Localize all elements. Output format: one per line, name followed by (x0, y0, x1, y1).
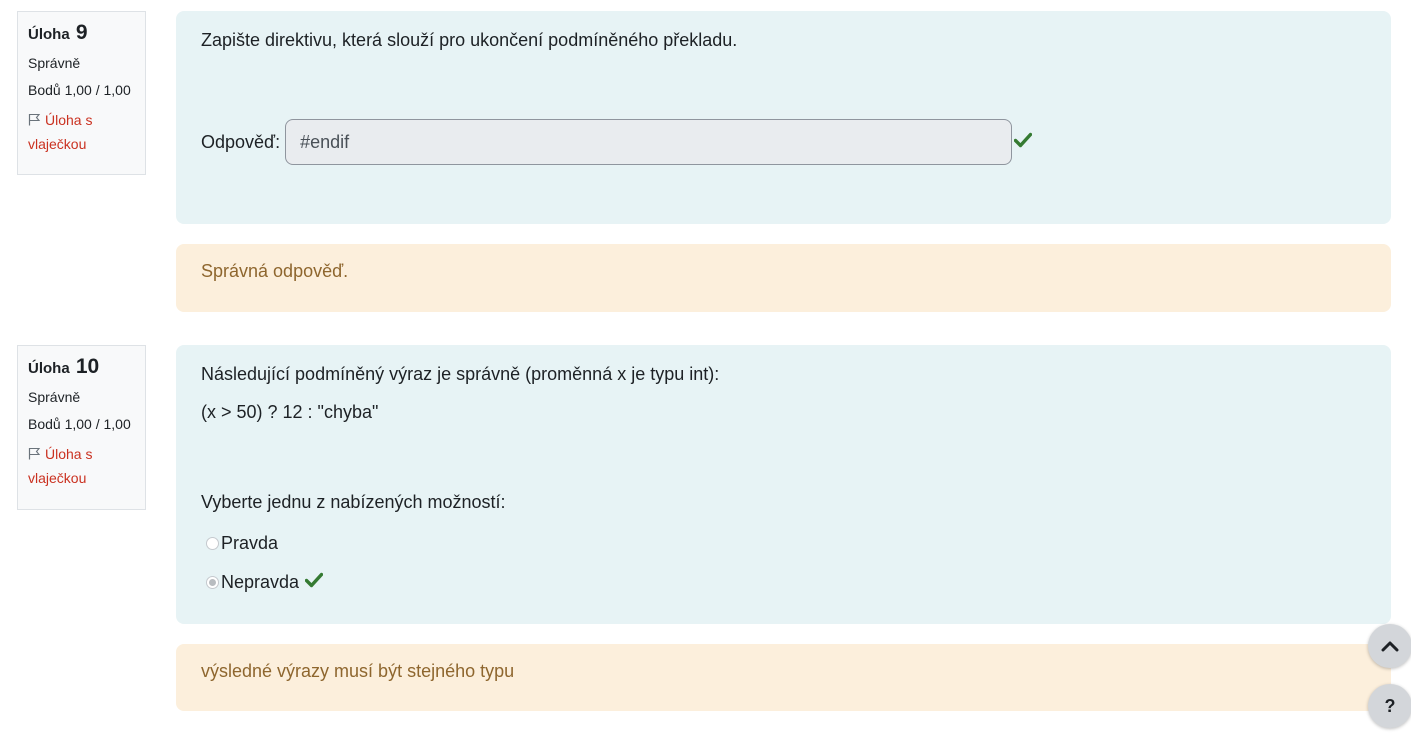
correct-check-icon (304, 570, 324, 594)
question-prefix: Úloha (28, 26, 70, 43)
question-state: Správně (28, 389, 81, 405)
option-pravda[interactable]: Pravda (201, 531, 1366, 555)
chevron-up-icon (1381, 636, 1399, 657)
question-text: Zapište direktivu, která slouží pro ukon… (201, 30, 738, 50)
flag-icon (28, 444, 41, 467)
flag-question-link[interactable]: Úloha s vlaječkou (28, 109, 135, 156)
question-feedback-9: Správná odpověď. (176, 244, 1391, 312)
option-label: Pravda (221, 533, 279, 553)
question-info-10: Úloha 10 Správně Bodů 1,00 / 1,00 Úloha … (17, 345, 146, 510)
question-number: 10 (75, 355, 100, 378)
question-state: Správně (28, 55, 81, 71)
answer-input[interactable] (285, 119, 1013, 165)
question-feedback-10: výsledné výrazy musí být stejného typu (176, 644, 1391, 711)
question-number-line: Úloha 10 (28, 355, 135, 379)
radio-button-selected[interactable] (206, 575, 219, 589)
question-formulation-9: Zapište direktivu, která slouží pro ukon… (176, 11, 1391, 224)
question-number-line: Úloha 9 (28, 21, 135, 45)
flag-question-link[interactable]: Úloha s vlaječkou (28, 443, 135, 490)
option-nepravda[interactable]: Nepravda (201, 570, 1366, 594)
question-info-9: Úloha 9 Správně Bodů 1,00 / 1,00 Úloha s… (17, 11, 146, 175)
help-label: ? (1384, 695, 1396, 716)
question-prefix: Úloha (28, 360, 70, 377)
answer-label: Odpověď: (201, 132, 281, 152)
scroll-to-top-button[interactable] (1368, 624, 1411, 668)
feedback-text: Správná odpověď. (201, 261, 349, 281)
question-formulation-10: Následující podmíněný výraz je správně (… (176, 345, 1391, 624)
question-text: Následující podmíněný výraz je správně (… (201, 364, 720, 384)
question-code: (x > 50) ? 12 : "chyba" (201, 402, 379, 422)
question-grade: Bodů 1,00 / 1,00 (28, 82, 131, 98)
correct-check-icon (1013, 130, 1033, 154)
help-button[interactable]: ? (1368, 684, 1411, 728)
choice-prompt: Vyberte jednu z nabízených možností: (201, 492, 506, 512)
quiz-review-page: Úloha 9 Správně Bodů 1,00 / 1,00 Úloha s… (0, 0, 1411, 746)
answer-row: Odpověď: (201, 119, 1033, 165)
flag-icon (28, 110, 41, 133)
option-label: Nepravda (221, 572, 300, 592)
question-grade: Bodů 1,00 / 1,00 (28, 416, 131, 432)
question-number: 9 (75, 21, 88, 44)
feedback-text: výsledné výrazy musí být stejného typu (201, 661, 515, 681)
radio-button[interactable] (206, 536, 219, 550)
